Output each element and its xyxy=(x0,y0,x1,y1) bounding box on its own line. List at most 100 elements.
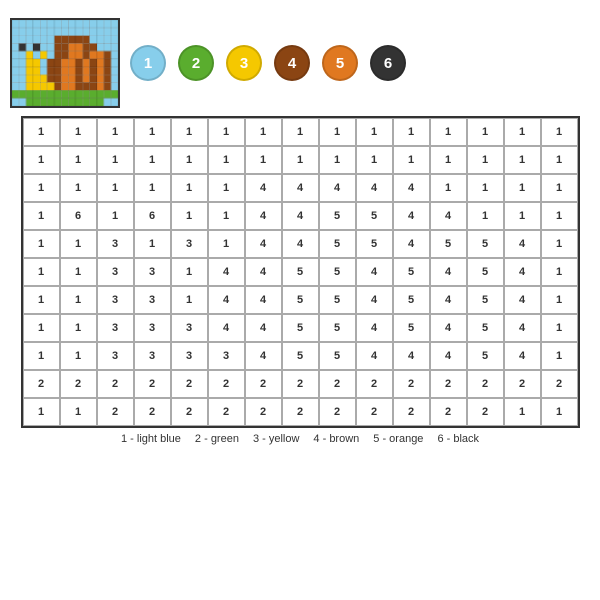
grid-cell: 4 xyxy=(504,286,541,314)
grid-cell: 1 xyxy=(282,146,319,174)
grid-cell: 2 xyxy=(134,370,171,398)
grid-cell: 2 xyxy=(467,398,504,426)
grid-cell: 1 xyxy=(541,146,578,174)
grid-cell: 4 xyxy=(356,174,393,202)
grid-cell: 1 xyxy=(356,146,393,174)
grid-cell: 1 xyxy=(541,398,578,426)
grid-cell: 1 xyxy=(60,174,97,202)
grid-cell: 2 xyxy=(282,398,319,426)
grid-cell: 1 xyxy=(23,118,60,146)
grid-cell: 1 xyxy=(208,118,245,146)
grid-cell: 1 xyxy=(23,314,60,342)
grid-cell: 1 xyxy=(282,118,319,146)
grid-cell: 3 xyxy=(171,314,208,342)
grid-cell: 5 xyxy=(319,314,356,342)
grid-cell: 2 xyxy=(541,370,578,398)
grid-cell: 1 xyxy=(467,118,504,146)
grid-cell: 6 xyxy=(60,202,97,230)
grid-cell: 1 xyxy=(504,174,541,202)
grid-cell: 2 xyxy=(134,398,171,426)
grid-row-2: 111111444441111 xyxy=(23,174,578,202)
color-circle-1: 1 xyxy=(130,45,166,81)
grid-cell: 1 xyxy=(23,146,60,174)
grid-cell: 1 xyxy=(467,174,504,202)
grid-cell: 3 xyxy=(134,314,171,342)
grid-cell: 4 xyxy=(430,258,467,286)
grid-cell: 1 xyxy=(541,314,578,342)
grid-cell: 1 xyxy=(541,258,578,286)
grid-cell: 2 xyxy=(97,370,134,398)
grid-cell: 1 xyxy=(97,118,134,146)
legend-item-5: 5 - orange xyxy=(373,433,423,445)
grid-cell: 4 xyxy=(393,230,430,258)
grid-cell: 3 xyxy=(97,286,134,314)
grid-cell: 2 xyxy=(23,370,60,398)
grid-cell: 3 xyxy=(97,314,134,342)
grid-cell: 4 xyxy=(356,258,393,286)
grid-cell: 1 xyxy=(541,230,578,258)
legend-item-4: 4 - brown xyxy=(313,433,359,445)
grid-cell: 3 xyxy=(134,286,171,314)
grid-cell: 1 xyxy=(319,146,356,174)
grid-cell: 3 xyxy=(134,342,171,370)
grid-cell: 1 xyxy=(23,202,60,230)
grid-cell: 4 xyxy=(319,174,356,202)
grid-cell: 2 xyxy=(282,370,319,398)
legend-text: 1 - light blue2 - green3 - yellow4 - bro… xyxy=(121,433,479,445)
grid-cell: 3 xyxy=(97,230,134,258)
grid-cell: 4 xyxy=(430,202,467,230)
grid-cell: 4 xyxy=(245,314,282,342)
grid-cell: 5 xyxy=(467,314,504,342)
grid-cell: 5 xyxy=(319,230,356,258)
grid-cell: 1 xyxy=(541,174,578,202)
grid-cell: 5 xyxy=(393,314,430,342)
grid-cell: 5 xyxy=(282,258,319,286)
grid-row-4: 113131445545541 xyxy=(23,230,578,258)
grid-row-7: 113334455454541 xyxy=(23,314,578,342)
grid-cell: 1 xyxy=(430,174,467,202)
grid-cell: 4 xyxy=(393,202,430,230)
grid-cell: 1 xyxy=(97,202,134,230)
grid-cell: 1 xyxy=(97,174,134,202)
grid-cell: 3 xyxy=(171,230,208,258)
grid-cell: 1 xyxy=(467,202,504,230)
grid-cell: 2 xyxy=(356,398,393,426)
grid-cell: 1 xyxy=(208,146,245,174)
grid-cell: 5 xyxy=(467,258,504,286)
grid-cell: 1 xyxy=(171,146,208,174)
color-circle-2: 2 xyxy=(178,45,214,81)
grid-cell: 2 xyxy=(393,370,430,398)
grid-cell: 1 xyxy=(134,118,171,146)
grid-cell: 1 xyxy=(171,202,208,230)
grid-cell: 1 xyxy=(60,258,97,286)
grid-cell: 1 xyxy=(208,202,245,230)
grid-cell: 1 xyxy=(541,202,578,230)
grid-cell: 5 xyxy=(282,286,319,314)
grid-cell: 3 xyxy=(97,258,134,286)
grid-cell: 1 xyxy=(393,118,430,146)
grid-cell: 1 xyxy=(467,146,504,174)
grid-cell: 4 xyxy=(356,314,393,342)
grid-row-3: 161611445544111 xyxy=(23,202,578,230)
grid-cell: 1 xyxy=(245,146,282,174)
grid-cell: 5 xyxy=(430,230,467,258)
grid-cell: 4 xyxy=(430,342,467,370)
grid-cell: 1 xyxy=(208,230,245,258)
grid-cell: 2 xyxy=(430,370,467,398)
grid-cell: 4 xyxy=(504,258,541,286)
grid-cell: 2 xyxy=(97,398,134,426)
grid-cell: 3 xyxy=(134,258,171,286)
grid-cell: 2 xyxy=(245,398,282,426)
grid-cell: 5 xyxy=(356,202,393,230)
grid-cell: 1 xyxy=(60,230,97,258)
grid-cell: 2 xyxy=(60,370,97,398)
grid-cell: 1 xyxy=(504,146,541,174)
grid-cell: 4 xyxy=(208,314,245,342)
grid-cell: 1 xyxy=(171,286,208,314)
grid-cell: 4 xyxy=(356,342,393,370)
grid-cell: 4 xyxy=(430,286,467,314)
grid-cell: 5 xyxy=(467,342,504,370)
grid-cell: 2 xyxy=(430,398,467,426)
grid-cell: 3 xyxy=(208,342,245,370)
grid-cell: 4 xyxy=(282,230,319,258)
